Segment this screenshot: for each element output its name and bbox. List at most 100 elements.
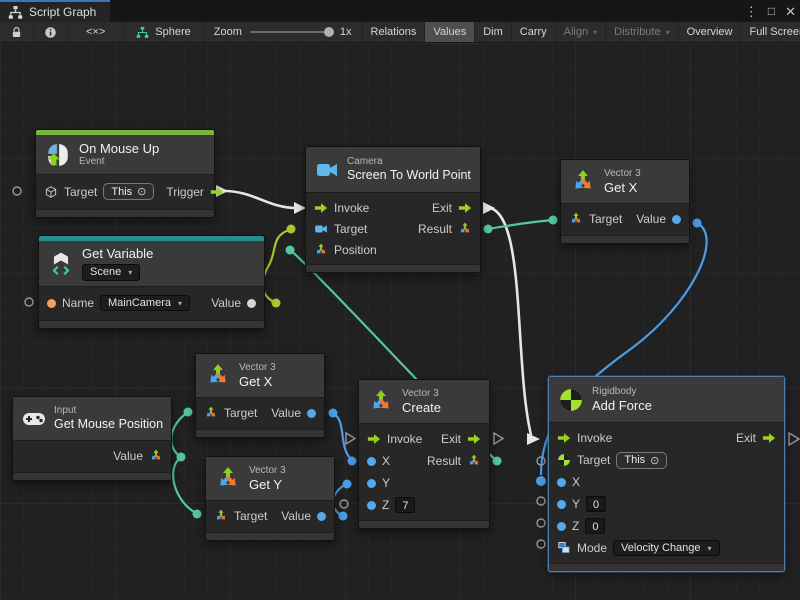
zoom-value: 1x [340,26,352,38]
rigidbody-icon[interactable] [557,453,571,467]
zoom-slider-handle[interactable] [324,27,334,37]
node-header: On Mouse Up Event [36,135,214,175]
node-add-force[interactable]: Rigidbody Add Force Invoke Exit Target T… [548,376,785,572]
exit-label: Exit [441,432,461,446]
vector3-icon[interactable] [458,222,472,236]
value-label: Value [281,509,311,523]
graph-toolbar: <×> Sphere Zoom 1x Relations Values Dim … [0,22,800,43]
exit-port[interactable] [458,201,472,215]
vector3-icon [215,466,241,492]
vector3-icon[interactable] [314,243,328,257]
trigger-label: Trigger [166,185,204,199]
mode-dropdown[interactable]: Velocity Change ▾ [613,540,720,556]
target-this-pill[interactable]: This ⊙ [103,183,154,200]
target-this-pill[interactable]: This ⊙ [616,452,667,469]
y-port[interactable] [367,479,376,488]
node-get-variable[interactable]: Get Variable Scene ▾ Name MainCamera ▾ V… [38,235,265,329]
port-row: Target Result [306,218,480,239]
node-get-mouse-position[interactable]: Input Get Mouse Position Value [12,396,172,481]
distribute-button[interactable]: Distribute ▾ [606,22,678,42]
x-port[interactable] [557,478,566,487]
z-port[interactable] [557,522,566,531]
trigger-port[interactable] [210,185,224,199]
graph-canvas[interactable]: On Mouse Up Event Target This ⊙ Trigger [0,43,800,600]
node-vector3-get-y[interactable]: Vector 3 Get Y Target Value [205,456,335,541]
lock-button[interactable] [0,22,34,42]
node-title: On Mouse Up [79,141,159,157]
variable-name-dropdown[interactable]: MainCamera ▾ [100,295,190,311]
carry-button[interactable]: Carry [512,22,556,42]
overview-button[interactable]: Overview [679,22,742,42]
port-row: Target This ⊙ [549,449,784,471]
node-vector3-get-x-mid[interactable]: Vector 3 Get X Target Value [195,353,325,438]
name-port[interactable] [47,299,56,308]
port-row: Name MainCamera ▾ Value [39,290,264,316]
value-port[interactable] [247,299,256,308]
port-row: Value [13,444,171,468]
port-row: Y 0 [549,493,784,515]
graph-breadcrumb[interactable]: Sphere [124,22,203,42]
value-label: Value [271,406,301,420]
addforce-exit-port-marker [789,433,799,445]
zoom-slider[interactable] [250,31,332,33]
dim-button[interactable]: Dim [475,22,512,42]
tab-script-graph[interactable]: Script Graph [0,0,110,22]
z-value-field[interactable]: 7 [395,497,415,513]
chevron-down-icon: ▾ [708,544,712,553]
vector3-icon[interactable] [569,212,583,226]
y-port[interactable] [557,500,566,509]
enum-icon[interactable] [557,541,571,555]
invoke-port[interactable] [314,201,328,215]
edit-graph-button[interactable]: <×> [68,22,124,42]
node-category: Input [54,405,163,417]
node-footer [206,532,334,540]
node-vector3-create[interactable]: Vector 3 Create Invoke Exit X Result [358,379,490,529]
z-value-field[interactable]: 0 [585,518,605,534]
values-button[interactable]: Values [425,22,475,42]
x-port[interactable] [367,457,376,466]
camera-icon[interactable] [314,222,328,236]
port-row: Y [359,472,489,494]
port-row: X [549,471,784,493]
variable-icon [48,251,74,277]
node-title: Screen To World Point [347,168,471,183]
vector3-icon[interactable] [214,509,228,523]
vector3-icon[interactable] [467,454,481,468]
scope-dropdown[interactable]: Scene ▾ [82,264,140,281]
exit-port[interactable] [762,431,776,445]
gameobject-cube-icon[interactable] [44,185,58,199]
tab-bar: Script Graph ⋮ □ ✕ [0,0,800,22]
invoke-label: Invoke [387,432,422,446]
node-on-mouse-up[interactable]: On Mouse Up Event Target This ⊙ Trigger [35,129,215,218]
node-title: Get Mouse Position [54,417,163,432]
node-subtitle: Event [79,156,159,168]
info-button[interactable] [34,22,68,42]
node-title: Get Y [249,477,286,493]
port-row: Target Value [206,504,334,528]
wire-exit-to-addforce-invoke [490,208,531,435]
value-port[interactable] [672,215,681,224]
z-port[interactable] [367,501,376,510]
node-vector3-get-x-top[interactable]: Vector 3 Get X Target Value [560,159,690,244]
graph-asset-icon [136,26,149,39]
window-menu-icon[interactable]: ⋮ [745,5,758,18]
close-icon[interactable]: ✕ [785,5,796,18]
x-label: X [382,454,390,468]
vector3-icon[interactable] [204,406,218,420]
node-screen-to-world-point[interactable]: Camera Screen To World Point Invoke Exit… [305,146,481,273]
vector3-icon[interactable] [149,449,163,463]
invoke-port[interactable] [557,431,571,445]
target-symbol-icon: ⊙ [650,454,659,467]
fullscreen-button[interactable]: Full Screen [741,22,800,42]
value-port[interactable] [317,512,326,521]
invoke-port[interactable] [367,432,381,446]
value-port[interactable] [307,409,316,418]
maximize-icon[interactable]: □ [768,5,775,17]
exit-port[interactable] [467,432,481,446]
node-title: Create [402,400,441,416]
relations-button[interactable]: Relations [363,22,426,42]
node-header: Vector 3 Get X [196,354,324,398]
align-button[interactable]: Align ▾ [556,22,606,42]
exit-label: Exit [736,431,756,445]
y-value-field[interactable]: 0 [586,496,606,512]
